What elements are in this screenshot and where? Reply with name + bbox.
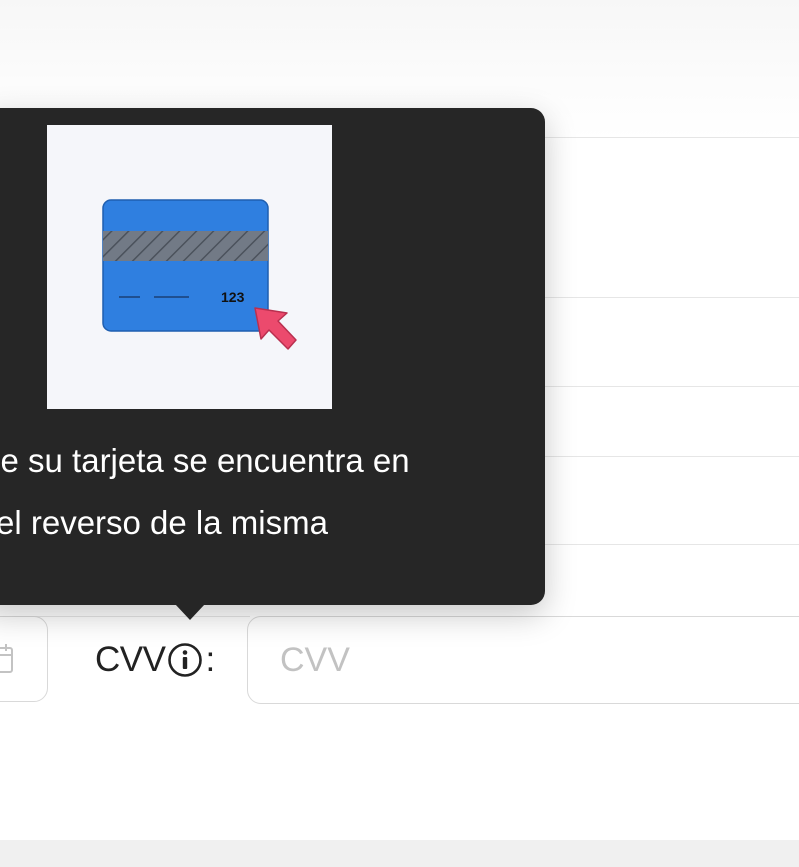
cvv-label-text: CVV — [95, 640, 166, 679]
tooltip-text-line: el reverso de la misma — [0, 504, 328, 541]
credit-card-back-icon — [102, 199, 269, 332]
cvv-label: CVV : — [95, 638, 215, 682]
cvv-digits: 123 — [221, 289, 245, 305]
cursor-pointer-icon — [254, 307, 297, 350]
card-back-illustration: 123 — [47, 125, 332, 409]
tooltip-description: se su tarjeta se encuentra en el reverso… — [0, 430, 525, 554]
tooltip-arrow — [175, 604, 205, 620]
info-circle-icon[interactable] — [167, 642, 203, 678]
page-footer-strip — [0, 840, 799, 867]
cvv-label-colon: : — [205, 640, 215, 679]
cvv-help-tooltip: 123 se su tarjeta se encuentra en el rev… — [0, 108, 545, 605]
tooltip-text-line: se su tarjeta se encuentra en — [0, 442, 410, 479]
calendar-icon[interactable] — [0, 640, 14, 676]
magnetic-stripe — [103, 231, 268, 261]
cvv-input[interactable] — [247, 616, 799, 704]
